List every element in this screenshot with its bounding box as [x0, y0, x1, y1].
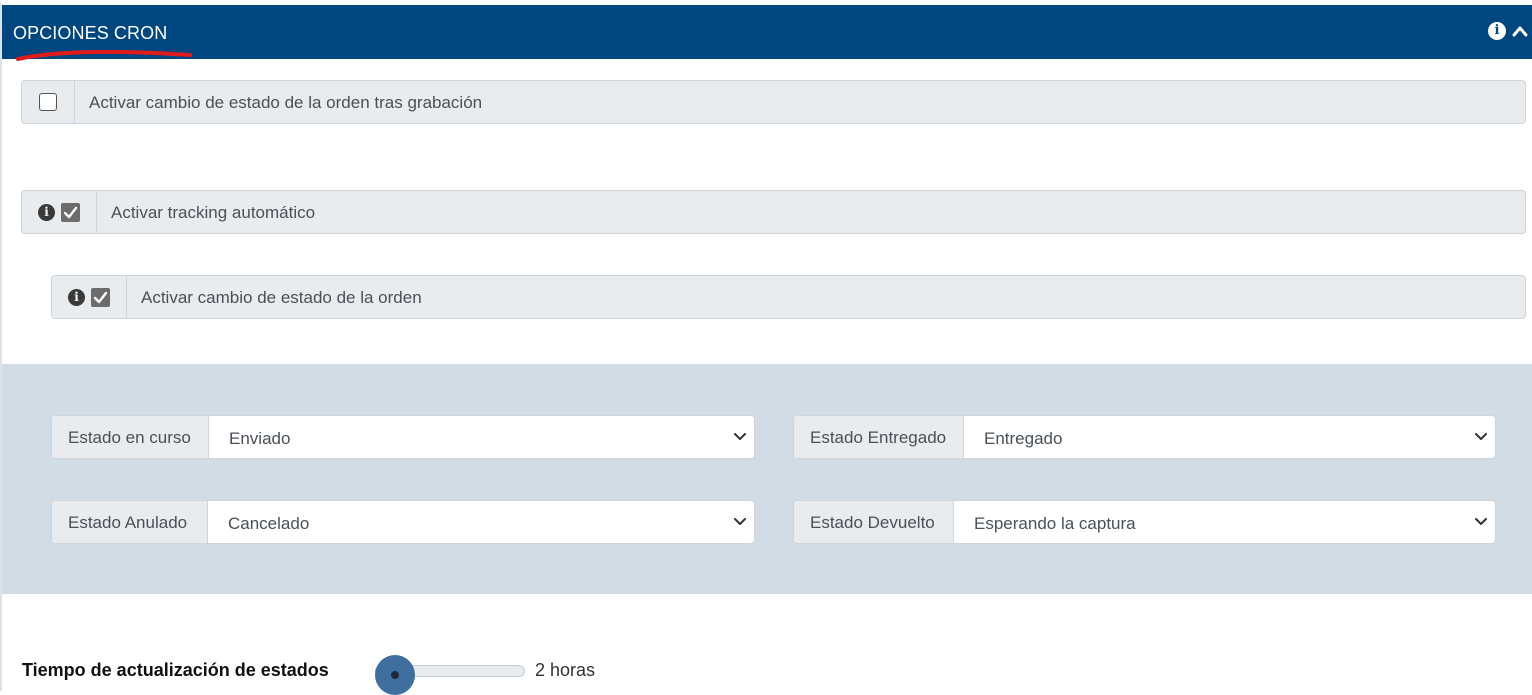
header-icons: i	[1482, 22, 1532, 44]
check-icon	[63, 206, 78, 219]
check-icon	[93, 291, 108, 304]
select-value: Esperando la captura	[974, 514, 1136, 533]
slider-thumb-dot	[391, 671, 399, 679]
chevron-down-icon	[734, 518, 746, 525]
checkbox-addon: i	[22, 191, 97, 233]
select-status-in-progress[interactable]: Estado en curso Enviado	[51, 415, 755, 459]
update-time-slider-thumb[interactable]	[375, 655, 415, 695]
option-change-order-status: i Activar cambio de estado de la orden	[51, 275, 1526, 319]
update-time-label: Tiempo de actualización de estados	[22, 660, 329, 680]
chevron-down-icon	[734, 433, 746, 440]
select-label: Estado Anulado	[52, 501, 208, 543]
info-circle-icon[interactable]: i	[38, 204, 55, 221]
select-label: Estado Entregado	[794, 416, 964, 458]
select-status-returned[interactable]: Estado Devuelto Esperando la captura	[793, 500, 1496, 544]
chevron-down-icon	[1475, 518, 1487, 525]
select-value: Entregado	[984, 429, 1063, 448]
chevron-down-icon	[1475, 433, 1487, 440]
info-circle-icon[interactable]: i	[68, 289, 85, 306]
select-value: Enviado	[229, 429, 291, 448]
checkbox-addon	[22, 81, 75, 123]
select-label: Estado Devuelto	[794, 501, 954, 543]
option-label: Activar tracking automático	[111, 203, 316, 222]
change-status-after-save-checkbox[interactable]	[39, 93, 57, 111]
update-time-value: 2 horas	[535, 660, 596, 680]
info-circle-icon[interactable]: i	[1488, 22, 1506, 40]
option-label: Activar cambio de estado de la orden tra…	[89, 93, 483, 112]
chevron-up-icon[interactable]	[1512, 24, 1528, 38]
select-label: Estado en curso	[52, 416, 209, 458]
red-underline-annotation	[16, 49, 192, 61]
select-value: Cancelado	[228, 514, 310, 533]
select-status-delivered[interactable]: Estado Entregado Entregado	[793, 415, 1496, 459]
cron-options-header[interactable]: OPCIONES CRON i	[2, 5, 1532, 61]
change-order-status-checkbox[interactable]	[91, 288, 110, 307]
select-status-cancelled[interactable]: Estado Anulado Cancelado	[51, 500, 755, 544]
option-change-status-after-save: Activar cambio de estado de la orden tra…	[21, 80, 1526, 124]
status-selects-panel: Estado en curso Enviado Estado Entregado…	[2, 364, 1532, 594]
option-label: Activar cambio de estado de la orden	[141, 288, 422, 307]
section-title: OPCIONES CRON	[13, 23, 168, 43]
auto-tracking-checkbox[interactable]	[61, 203, 80, 222]
option-auto-tracking: i Activar tracking automático	[21, 190, 1526, 234]
checkbox-addon: i	[52, 276, 127, 318]
